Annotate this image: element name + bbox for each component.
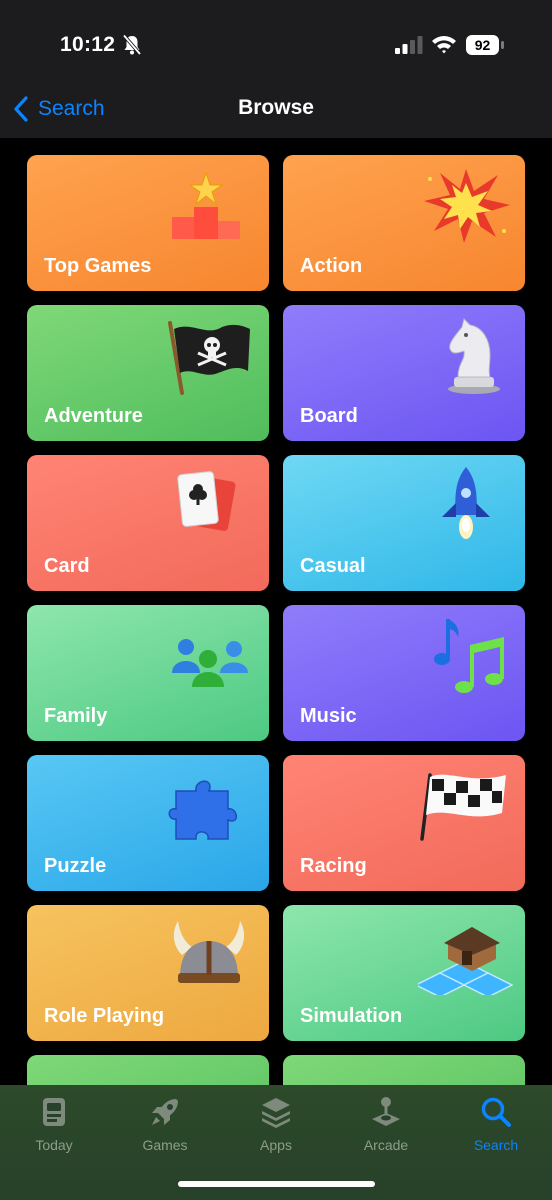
home-indicator[interactable] [178, 1181, 375, 1187]
silent-bell-icon [122, 34, 142, 56]
tab-label: Arcade [363, 1137, 409, 1153]
rocket-icon [442, 467, 490, 539]
category-grid: Top Games Action Adventure Board Card Ca… [27, 155, 525, 1191]
rocket-tab-icon [152, 1099, 178, 1125]
category-role-playing[interactable]: Role Playing [27, 905, 269, 1041]
category-card[interactable]: Card [27, 455, 269, 591]
music-notes-icon [434, 619, 504, 693]
cellular-signal-icon [395, 36, 423, 54]
category-puzzle[interactable]: Puzzle [27, 755, 269, 891]
category-family[interactable]: Family [27, 605, 269, 741]
category-racing[interactable]: Racing [283, 755, 525, 891]
game-pieces-icon [172, 639, 248, 687]
wifi-icon [432, 36, 456, 54]
page-title: Browse [238, 96, 314, 119]
chess-knight-icon [448, 318, 500, 394]
tab-label: Search [473, 1137, 519, 1153]
status-bar: 10:12 92 [0, 0, 552, 84]
tab-games[interactable]: Games [115, 1095, 215, 1165]
joystick-icon [372, 1097, 400, 1126]
puzzle-piece-icon [168, 780, 238, 840]
explosion-icon [424, 169, 510, 243]
tab-arcade[interactable]: Arcade [336, 1095, 436, 1165]
layers-icon [262, 1098, 290, 1128]
category-label: Music [300, 705, 357, 727]
category-action[interactable]: Action [283, 155, 525, 291]
tab-label: Today [35, 1137, 73, 1153]
category-label: Family [44, 705, 108, 727]
tab-label: Games [142, 1137, 188, 1153]
category-board[interactable]: Board [283, 305, 525, 441]
category-label: Action [300, 255, 363, 277]
checkered-flag-icon [420, 773, 506, 841]
navigation-bar: Search Browse [0, 84, 552, 138]
category-top-games[interactable]: Top Games [27, 155, 269, 291]
category-label: Casual [300, 555, 366, 577]
category-label: Adventure [44, 405, 143, 427]
today-icon [43, 1098, 65, 1126]
pirate-flag-icon [168, 321, 250, 395]
battery-level: 92 [466, 35, 499, 55]
category-label: Simulation [300, 1005, 403, 1027]
tab-search[interactable]: Search [446, 1095, 546, 1165]
category-simulation[interactable]: Simulation [283, 905, 525, 1041]
category-label: Puzzle [44, 855, 107, 877]
category-label: Racing [300, 855, 367, 877]
category-adventure[interactable]: Adventure [27, 305, 269, 441]
house-tiles-icon [418, 927, 513, 995]
battery-indicator: 92 [466, 35, 506, 55]
playing-cards-icon [177, 471, 236, 531]
tab-label: Apps [260, 1137, 292, 1153]
category-label: Role Playing [44, 1005, 165, 1027]
podium-star-icon [172, 171, 240, 239]
status-time: 10:12 [60, 33, 116, 56]
category-label: Board [300, 405, 358, 427]
tab-apps[interactable]: Apps [226, 1095, 326, 1165]
search-icon [481, 1097, 511, 1127]
category-label: Top Games [44, 255, 152, 277]
category-label: Card [44, 555, 90, 577]
viking-helmet-icon [173, 921, 245, 983]
category-music[interactable]: Music [283, 605, 525, 741]
category-casual[interactable]: Casual [283, 455, 525, 591]
tab-today[interactable]: Today [4, 1095, 104, 1165]
